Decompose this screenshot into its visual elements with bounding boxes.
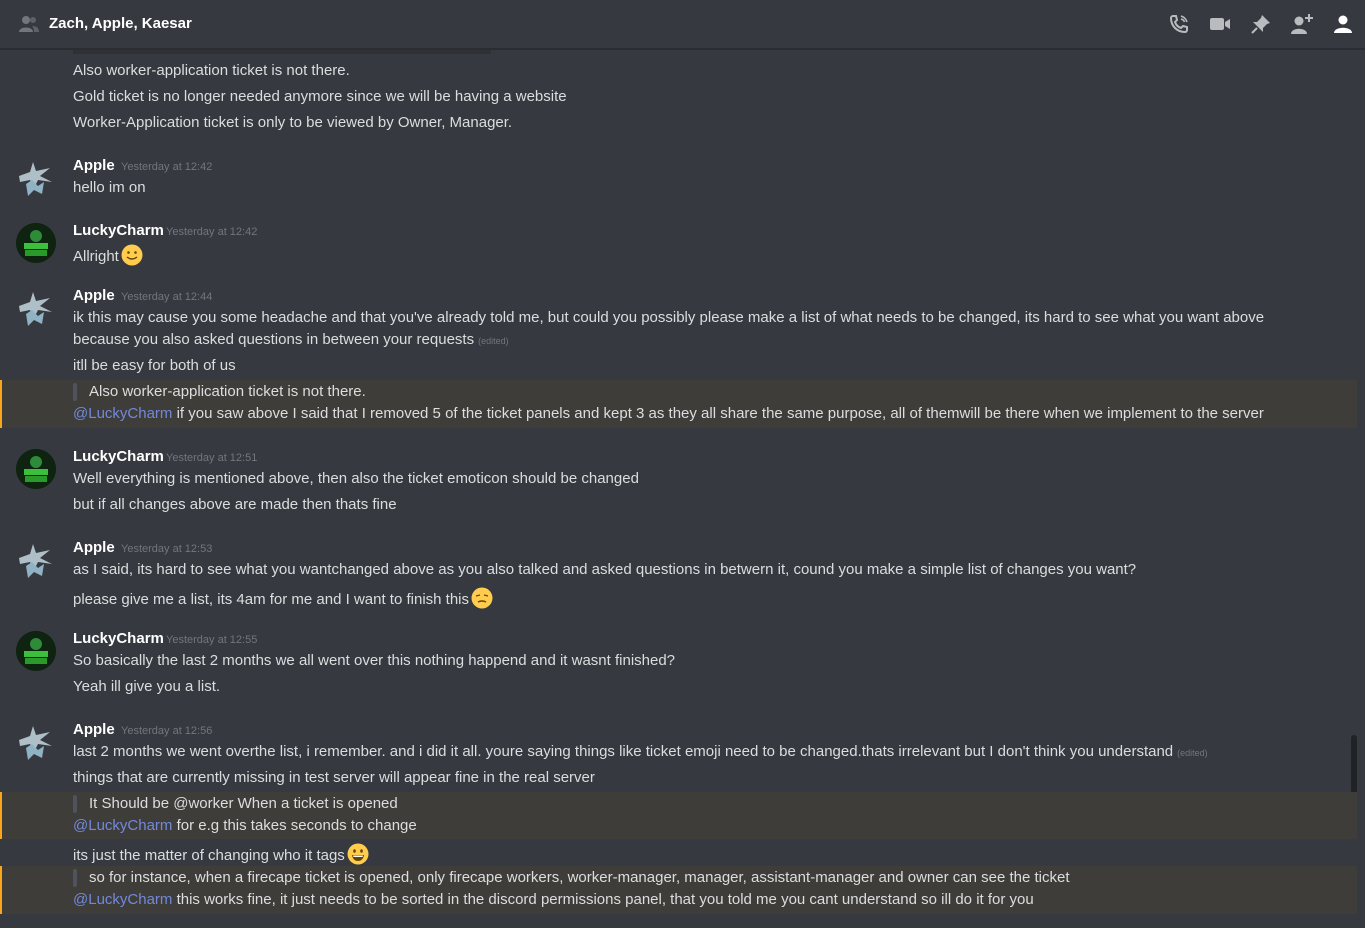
message-text: Allright bbox=[73, 244, 143, 266]
user-mention[interactable]: @LuckyCharm bbox=[73, 817, 172, 834]
quote-bar bbox=[73, 795, 77, 813]
avatar[interactable] bbox=[16, 449, 56, 489]
slight-smile-emoji bbox=[121, 244, 143, 266]
message-timestamp: Yesterday at 12:42 bbox=[121, 161, 213, 173]
message-text: its just the matter of changing who it t… bbox=[73, 843, 369, 865]
message-author[interactable]: LuckyCharm bbox=[73, 222, 164, 239]
member-list-icon[interactable] bbox=[1331, 12, 1355, 36]
message-text: Well everything is mentioned above, then… bbox=[73, 470, 639, 487]
message-text: things that are currently missing in tes… bbox=[73, 769, 595, 786]
quote-text: so for instance, when a firecape ticket … bbox=[89, 869, 1070, 886]
pensive-emoji bbox=[471, 587, 493, 609]
message-text: hello im on bbox=[73, 179, 146, 196]
message-text: but if all changes above are made then t… bbox=[73, 496, 397, 513]
edited-tag: (edited) bbox=[1177, 748, 1208, 758]
avatar[interactable] bbox=[16, 631, 56, 671]
avatar[interactable] bbox=[16, 540, 56, 580]
message-author[interactable]: LuckyCharm bbox=[73, 630, 164, 647]
message-text: Also worker-application ticket is not th… bbox=[73, 62, 350, 79]
edited-tag: (edited) bbox=[478, 336, 509, 346]
message-text: @LuckyCharm if you saw above I said that… bbox=[73, 405, 1264, 422]
message-author[interactable]: Apple bbox=[73, 721, 115, 738]
message-text: Worker-Application ticket is only to be … bbox=[73, 114, 513, 131]
avatar[interactable] bbox=[16, 288, 56, 328]
message-timestamp: Yesterday at 12:42 bbox=[166, 226, 258, 238]
grin-emoji bbox=[347, 843, 369, 865]
message-text: Yeah ill give you a list. bbox=[73, 678, 221, 695]
message-author[interactable]: LuckyCharm bbox=[73, 448, 164, 465]
message-author[interactable]: Apple bbox=[73, 539, 115, 556]
avatar[interactable] bbox=[16, 158, 56, 198]
pin-icon[interactable] bbox=[1249, 12, 1273, 36]
message-timestamp: Yesterday at 12:44 bbox=[121, 291, 213, 303]
message-text: Gold ticket is no longer needed anymore … bbox=[73, 88, 567, 105]
quote-text: Also worker-application ticket is not th… bbox=[89, 383, 366, 400]
call-icon[interactable] bbox=[1167, 12, 1191, 36]
video-icon[interactable] bbox=[1208, 12, 1232, 36]
add-member-icon[interactable] bbox=[1290, 12, 1314, 36]
message-text: ik this may cause you some headache and … bbox=[73, 309, 1265, 326]
message-text: because you also asked questions in betw… bbox=[73, 331, 509, 348]
avatar[interactable] bbox=[16, 722, 56, 762]
message-timestamp: Yesterday at 12:51 bbox=[166, 452, 258, 464]
user-mention[interactable]: @LuckyCharm bbox=[73, 405, 172, 422]
group-icon bbox=[19, 16, 39, 32]
message-text: please give me a list, its 4am for me an… bbox=[73, 587, 493, 609]
message-author[interactable]: Apple bbox=[73, 157, 115, 174]
message-text: as I said, its hard to see what you want… bbox=[73, 561, 1137, 578]
quote-bar bbox=[73, 383, 77, 401]
message-text: @LuckyCharm this works fine, it just nee… bbox=[73, 891, 1034, 908]
message-text: itll be easy for both of us bbox=[73, 357, 236, 374]
channel-header: Zach, Apple, Kaesar bbox=[0, 0, 1365, 49]
message-timestamp: Yesterday at 12:53 bbox=[121, 543, 213, 555]
message-timestamp: Yesterday at 12:55 bbox=[166, 634, 258, 646]
channel-title: Zach, Apple, Kaesar bbox=[49, 15, 192, 32]
embed-edge bbox=[73, 50, 491, 54]
message-text: @LuckyCharm for e.g this takes seconds t… bbox=[73, 817, 417, 834]
message-text: So basically the last 2 months we all we… bbox=[73, 652, 676, 669]
quote-text: It Should be @worker When a ticket is op… bbox=[89, 795, 398, 812]
user-mention[interactable]: @LuckyCharm bbox=[73, 891, 172, 908]
message-author[interactable]: Apple bbox=[73, 287, 115, 304]
message-text: last 2 months we went overthe list, i re… bbox=[73, 743, 1208, 760]
avatar[interactable] bbox=[16, 223, 56, 263]
quote-bar bbox=[73, 869, 77, 887]
message-timestamp: Yesterday at 12:56 bbox=[121, 725, 213, 737]
